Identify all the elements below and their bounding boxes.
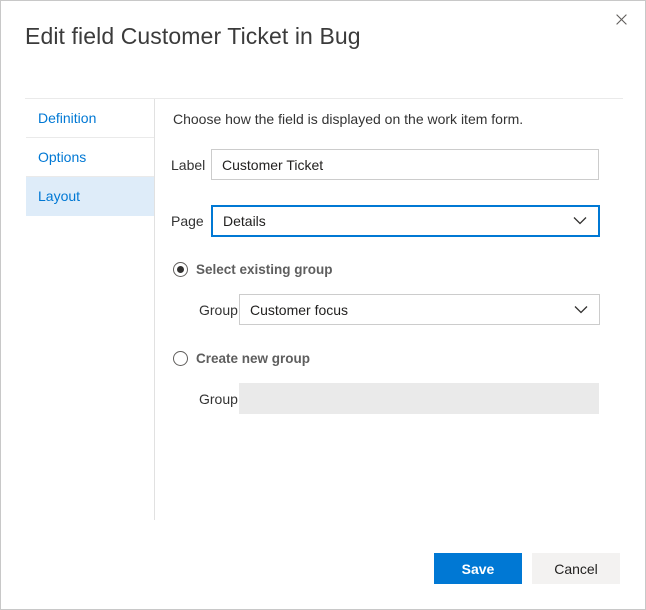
- label-field-label: Label: [171, 157, 201, 173]
- sidebar-item-label: Options: [38, 149, 86, 165]
- existing-group-dropdown-value: Customer focus: [250, 302, 348, 318]
- sidebar-tabs: Definition Options Layout: [26, 99, 154, 216]
- new-group-row: Group: [173, 383, 603, 414]
- layout-panel: Choose how the field is displayed on the…: [173, 111, 603, 414]
- new-group-input[interactable]: [239, 383, 599, 414]
- label-field-row: Label: [173, 149, 603, 180]
- radio-select-existing-group[interactable]: Select existing group: [173, 262, 603, 277]
- radio-create-new-group[interactable]: Create new group: [173, 351, 603, 366]
- sidebar-item-definition[interactable]: Definition: [26, 99, 154, 138]
- cancel-button[interactable]: Cancel: [532, 553, 620, 584]
- dialog-title: Edit field Customer Ticket in Bug: [25, 23, 361, 50]
- chevron-down-icon: [574, 305, 588, 314]
- sidebar-item-label: Layout: [38, 188, 80, 204]
- sidebar-item-layout[interactable]: Layout: [26, 177, 154, 216]
- existing-group-dropdown[interactable]: Customer focus: [239, 294, 600, 325]
- existing-group-label: Group: [199, 302, 229, 318]
- close-icon[interactable]: [605, 5, 637, 33]
- sidebar-item-options[interactable]: Options: [26, 138, 154, 177]
- label-input[interactable]: [211, 149, 599, 180]
- chevron-down-icon: [573, 217, 587, 226]
- panel-description: Choose how the field is displayed on the…: [173, 111, 603, 127]
- dialog-footer: Save Cancel: [434, 553, 620, 584]
- page-dropdown[interactable]: Details: [211, 205, 600, 237]
- radio-create-new-group-label: Create new group: [196, 351, 310, 366]
- existing-group-row: Group Customer focus: [173, 294, 603, 325]
- radio-icon-selected: [173, 262, 188, 277]
- radio-select-existing-group-label: Select existing group: [196, 262, 333, 277]
- page-field-row: Page Details: [173, 205, 603, 237]
- page-field-label: Page: [171, 213, 201, 229]
- edit-field-dialog: Edit field Customer Ticket in Bug Defini…: [0, 0, 646, 610]
- page-dropdown-value: Details: [223, 213, 266, 229]
- new-group-label: Group: [199, 391, 229, 407]
- sidebar-divider: [154, 99, 155, 520]
- sidebar-item-label: Definition: [38, 110, 96, 126]
- save-button[interactable]: Save: [434, 553, 522, 584]
- radio-icon-unselected: [173, 351, 188, 366]
